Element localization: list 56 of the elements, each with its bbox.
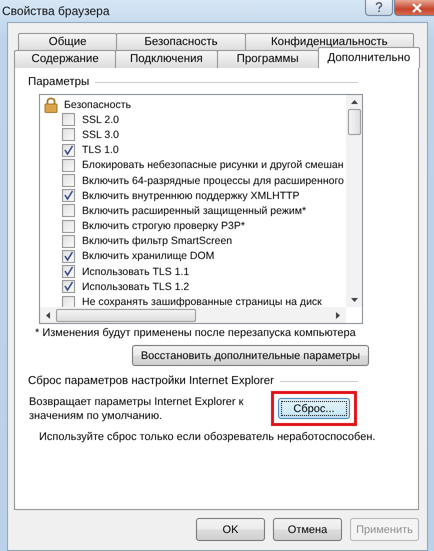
tab[interactable]: Общие [18,33,118,51]
left-arrow-icon [46,312,50,318]
checkbox[interactable] [62,144,75,157]
option-label: Включить 64-разрядные процессы для расширенного [82,174,344,187]
tab[interactable]: Содержание [14,50,116,68]
right-arrow-icon [336,312,340,318]
restore-button[interactable]: Восстановить дополнительные параметры [132,345,369,366]
reset-hint: Используйте сброс только если обозреватель неработоспособен. [39,431,376,443]
option-label: SSL 2.0 [82,114,119,126]
checkbox[interactable] [62,280,75,294]
tab[interactable]: Программы [216,50,319,68]
group-title: Параметры [28,76,90,88]
horizontal-scrollbar[interactable] [40,307,346,323]
down-arrow-icon [350,298,358,302]
option-label: Включить хранилище DOM [82,250,214,262]
option-label: Блокировать небезопасные рисунки и другой смешан [82,159,344,172]
up-arrow-icon [350,100,358,104]
help-icon [375,2,383,13]
close-icon [411,2,423,12]
checkbox[interactable] [62,250,75,263]
tab[interactable]: Безопасность [116,33,246,51]
group-title: Сброс параметров настройки Internet Explorer [28,375,274,387]
tab[interactable]: Подключения [115,50,218,68]
option-label: Использовать TLS 1.2 [82,280,190,293]
tab[interactable]: Дополнительно [318,47,420,68]
vertical-scrollbar[interactable] [346,95,362,307]
scroll-thumb[interactable] [56,308,196,322]
option-label: Включить расширенный защищенный режим* [82,204,306,217]
option-label: Использовать TLS 1.1 [82,266,190,278]
checkbox[interactable] [62,204,75,218]
checkbox[interactable] [62,234,75,248]
lock-icon [44,96,58,113]
dialog-button[interactable]: OK [196,518,265,541]
restart-note: * Изменения будут применены после перезапуска компьютера [35,327,357,339]
window-title: Свойства браузера [2,4,110,18]
checkbox[interactable] [62,158,75,172]
checkbox[interactable] [62,296,75,307]
option-label: Не сохранять зашифрованные страницы на диск [82,296,322,307]
close-button[interactable] [394,0,434,16]
help-button[interactable] [365,0,393,16]
checkbox[interactable] [62,128,75,142]
option-label: TLS 1.0 [82,144,119,156]
option-label: Включить строгую проверку P3P* [82,220,245,232]
option-label: Включить внутреннюю поддержку XMLHTTP [82,190,300,202]
checkbox[interactable] [62,174,75,188]
option-label: SSL 3.0 [82,128,119,141]
option-label: Включить фильтр SmartScreen [82,235,232,248]
reset-description: Возвращает параметры Internet Explorer к значениям по умолчанию. [29,394,244,422]
checkbox[interactable] [62,220,75,233]
checkbox[interactable] [62,265,75,278]
checkbox[interactable] [62,189,75,202]
reset-button[interactable]: Сброс... [278,398,350,419]
checkbox[interactable] [62,113,75,126]
group-label: Безопасность [64,98,131,111]
scroll-thumb[interactable] [348,109,360,135]
dialog-button[interactable]: Отмена [273,518,342,541]
